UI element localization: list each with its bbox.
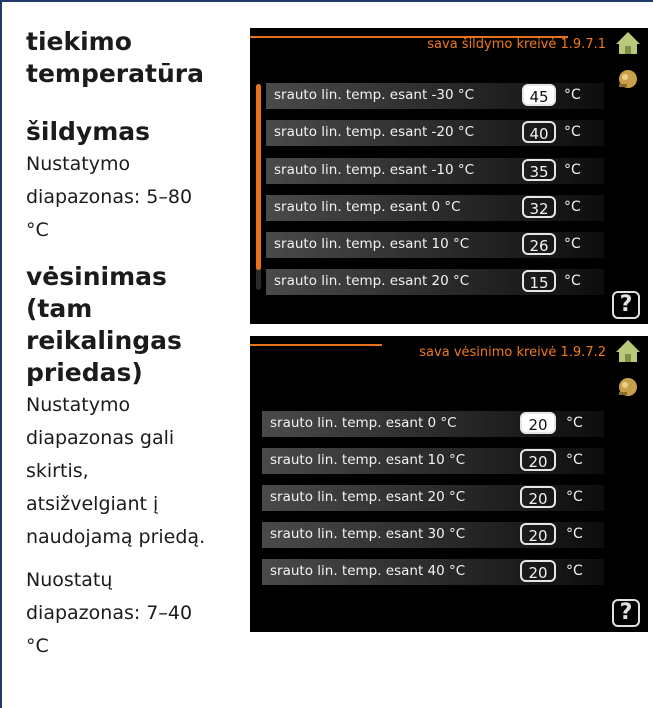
- row-label: srauto lin. temp. esant 40 °C: [270, 563, 466, 579]
- settings-desc-line-1: Nuostatų: [26, 569, 113, 591]
- setting-row[interactable]: srauto lin. temp. esant -20 °C 40 °C: [266, 120, 604, 146]
- help-icon[interactable]: ?: [612, 291, 640, 319]
- house-icon[interactable]: [614, 30, 642, 56]
- unit-label: °C: [564, 199, 581, 215]
- heating-desc-line-2: diapazonas: 5–80: [26, 186, 193, 208]
- setting-row[interactable]: srauto lin. temp. esant 0 °C 20 °C: [262, 411, 604, 437]
- setting-row[interactable]: srauto lin. temp. esant 40 °C 20 °C: [262, 559, 604, 585]
- house-icon[interactable]: [614, 338, 642, 364]
- cooling-title-line-1: vėsinimas: [26, 262, 167, 291]
- settings-desc-line-2: diapazonas: 7–40: [26, 602, 193, 624]
- cooling-desc-line-5: naudojamą priedą.: [26, 526, 206, 548]
- section-heading-line-2: temperatūra: [26, 59, 204, 88]
- unit-label: °C: [566, 526, 583, 542]
- row-label: srauto lin. temp. esant 0 °C: [270, 415, 457, 431]
- value-field[interactable]: 20: [520, 523, 556, 545]
- setting-row[interactable]: srauto lin. temp. esant 20 °C 20 °C: [262, 485, 604, 511]
- value-field[interactable]: 20: [520, 412, 556, 434]
- setting-row[interactable]: srauto lin. temp. esant 0 °C 32 °C: [266, 195, 604, 221]
- heating-curve-screen: sava šildymo kreivė 1.9.7.1 srauto lin. …: [250, 28, 648, 324]
- unit-label: °C: [564, 236, 581, 252]
- setting-row[interactable]: srauto lin. temp. esant 10 °C 20 °C: [262, 448, 604, 474]
- heating-desc-line-1: Nustatymo: [26, 153, 131, 175]
- value-field[interactable]: 45: [522, 84, 556, 106]
- cooling-desc-line-2: diapazonas gali: [26, 427, 175, 449]
- setting-row[interactable]: srauto lin. temp. esant -30 °C 45 °C: [266, 83, 604, 109]
- value-field[interactable]: 32: [522, 196, 556, 218]
- cooling-desc-line-1: Nustatymo: [26, 394, 131, 416]
- settings-desc-line-3: °C: [26, 635, 49, 657]
- cooling-curve-screen: sava vėsinimo kreivė 1.9.7.2 srauto lin.…: [250, 336, 648, 632]
- unit-label: °C: [564, 87, 581, 103]
- heating-title: šildymas: [26, 117, 151, 146]
- frame-left-border: [0, 0, 2, 708]
- info-text-column: tiekimo temperatūra šildymas Nustatymo d…: [26, 26, 236, 663]
- cooling-desc-line-4: atsižvelgiant į: [26, 493, 159, 515]
- cooling-title-line-4: priedas): [26, 358, 143, 387]
- knob-icon[interactable]: [616, 376, 640, 398]
- setting-row[interactable]: srauto lin. temp. esant -10 °C 35 °C: [266, 158, 604, 184]
- row-label: srauto lin. temp. esant 30 °C: [270, 526, 466, 542]
- value-field[interactable]: 15: [522, 270, 556, 292]
- row-label: srauto lin. temp. esant -20 °C: [274, 124, 475, 140]
- unit-label: °C: [566, 563, 583, 579]
- value-field[interactable]: 40: [522, 121, 556, 143]
- row-label: srauto lin. temp. esant 0 °C: [274, 199, 461, 215]
- unit-label: °C: [564, 273, 581, 289]
- knob-icon[interactable]: [616, 68, 640, 90]
- heating-desc-line-3: °C: [26, 219, 49, 241]
- value-field[interactable]: 20: [520, 560, 556, 582]
- row-label: srauto lin. temp. esant 10 °C: [274, 236, 470, 252]
- frame-top-border: [0, 0, 653, 2]
- row-label: srauto lin. temp. esant -10 °C: [274, 162, 475, 178]
- cooling-title-line-3: reikalingas: [26, 326, 182, 355]
- row-label: srauto lin. temp. esant -30 °C: [274, 87, 475, 103]
- cooling-title-line-2: (tam: [26, 294, 93, 323]
- value-field[interactable]: 20: [520, 449, 556, 471]
- setting-row[interactable]: srauto lin. temp. esant 30 °C 20 °C: [262, 522, 604, 548]
- setting-row[interactable]: srauto lin. temp. esant 20 °C 15 °C: [266, 269, 604, 295]
- help-icon[interactable]: ?: [612, 599, 640, 627]
- menu-top-line: [250, 344, 382, 346]
- unit-label: °C: [564, 162, 581, 178]
- row-label: srauto lin. temp. esant 20 °C: [270, 489, 466, 505]
- row-label: srauto lin. temp. esant 10 °C: [270, 452, 466, 468]
- unit-label: °C: [566, 415, 583, 431]
- menu-title: sava vėsinimo kreivė 1.9.7.2: [419, 345, 606, 360]
- value-field[interactable]: 26: [522, 233, 556, 255]
- cooling-desc-line-3: skirtis,: [26, 460, 89, 482]
- unit-label: °C: [564, 124, 581, 140]
- unit-label: °C: [566, 489, 583, 505]
- scrollbar-thumb[interactable]: [256, 84, 261, 270]
- value-field[interactable]: 35: [522, 159, 556, 181]
- menu-title: sava šildymo kreivė 1.9.7.1: [427, 37, 606, 52]
- unit-label: °C: [566, 452, 583, 468]
- section-heading-line-1: tiekimo: [26, 27, 132, 56]
- row-label: srauto lin. temp. esant 20 °C: [274, 273, 470, 289]
- setting-row[interactable]: srauto lin. temp. esant 10 °C 26 °C: [266, 232, 604, 258]
- value-field[interactable]: 20: [520, 486, 556, 508]
